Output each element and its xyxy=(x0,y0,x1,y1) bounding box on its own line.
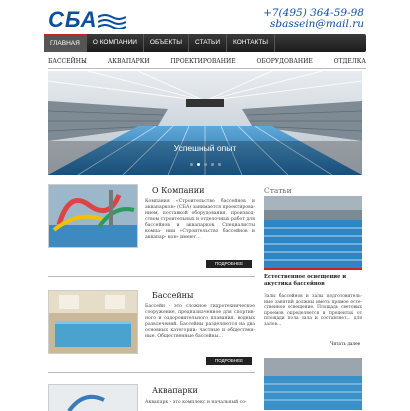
aquaparks-thumbnail[interactable] xyxy=(48,384,138,411)
logo-waves-icon xyxy=(98,14,126,29)
subnav-design[interactable]: ПРОЕКТИРОВАНИЕ xyxy=(170,56,235,68)
about-thumbnail[interactable] xyxy=(48,184,138,248)
subnav-pools[interactable]: БАССЕЙНЫ xyxy=(48,56,87,68)
read-more-link[interactable]: Читать далее xyxy=(330,342,360,347)
hero-caption: Успешный опыт xyxy=(173,143,237,153)
article-image[interactable] xyxy=(264,196,362,268)
article-text: Залы бассейнов и залы подготовитель- ные… xyxy=(264,294,362,327)
pool-hall-image xyxy=(264,358,362,410)
about-more-button[interactable]: ПОДРОБНЕЕ xyxy=(206,260,252,268)
accent-bar xyxy=(264,268,362,270)
pools-more-button[interactable]: ПОДРОБНЕЕ xyxy=(206,357,252,365)
divider xyxy=(48,68,366,69)
divider xyxy=(48,372,255,373)
section-text-pools: Бассейн - это сложное гидротехническое с… xyxy=(145,304,255,339)
slider-dot[interactable] xyxy=(189,163,193,166)
sub-nav: БАССЕЙНЫ АКВАПАРКИ ПРОЕКТИРОВАНИЕ ОБОРУД… xyxy=(48,56,366,68)
slider-dot[interactable] xyxy=(203,163,207,166)
article-heading[interactable]: Естественное освещение и акустика бассей… xyxy=(264,274,362,288)
slider-dot[interactable] xyxy=(217,163,221,166)
article-image-2[interactable] xyxy=(264,358,362,410)
subnav-equipment[interactable]: ОБОРУДОВАНИЕ xyxy=(257,56,313,68)
hero-slider[interactable]: Успешный опыт xyxy=(48,71,362,175)
slider-dot-active[interactable] xyxy=(196,163,200,166)
nav-objects[interactable]: ОБЪЕКТЫ xyxy=(144,34,190,52)
section-text-about: Компания «Строительство бассейнов и аква… xyxy=(145,199,255,240)
pools-thumbnail[interactable] xyxy=(48,290,138,354)
main-nav: ГЛАВНАЯ О КОМПАНИИ ОБЪЕКТЫ СТАТЬИ КОНТАК… xyxy=(44,34,366,52)
competition-pool-image xyxy=(264,196,362,268)
nav-home[interactable]: ГЛАВНАЯ xyxy=(44,34,87,52)
subnav-aquaparks[interactable]: АКВАПАРКИ xyxy=(108,56,150,68)
section-text-aquaparks: Аквапарк - это комплекс и начальный со- xyxy=(145,400,247,405)
email[interactable]: sbassein@mail.ru xyxy=(263,19,364,30)
hero-pool-image xyxy=(48,71,362,175)
aquapark-image xyxy=(49,385,137,411)
logo[interactable]: СБА xyxy=(48,8,128,32)
divider xyxy=(48,276,255,277)
nav-contacts[interactable]: КОНТАКТЫ xyxy=(227,34,276,52)
indoor-pool-image xyxy=(49,291,137,353)
section-title-aquaparks: Аквапарки xyxy=(152,386,198,395)
subnav-finishing[interactable]: ОТДЕЛКА xyxy=(334,56,366,68)
slider-dots xyxy=(48,163,362,166)
slider-dot[interactable] xyxy=(210,163,214,166)
nav-articles[interactable]: СТАТЬИ xyxy=(189,34,227,52)
sidebar-title: Статьи xyxy=(264,186,292,195)
contact-block: +7(495) 364-59-98 sbassein@mail.ru xyxy=(263,8,364,30)
section-title-about: О Компании xyxy=(152,186,205,195)
logo-text: СБА xyxy=(48,7,98,32)
nav-about[interactable]: О КОМПАНИИ xyxy=(87,34,144,52)
aquapark-image xyxy=(49,185,137,247)
section-title-pools: Бассейны xyxy=(152,291,194,300)
